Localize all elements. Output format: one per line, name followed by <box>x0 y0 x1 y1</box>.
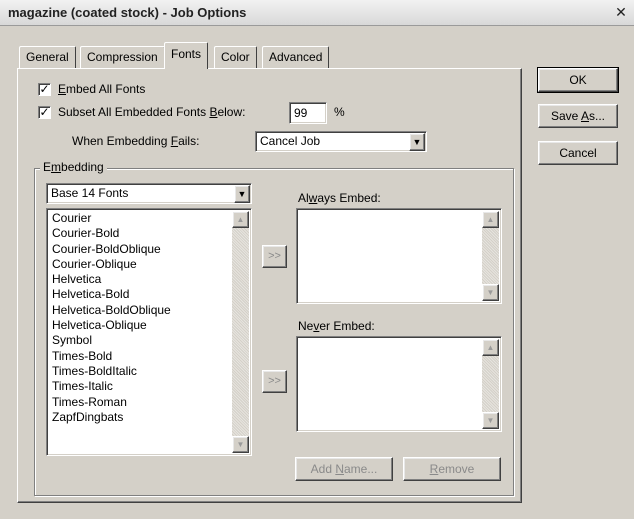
chevron-down-icon[interactable]: ▼ <box>234 185 250 203</box>
subset-percent-input[interactable]: 99 <box>289 102 327 124</box>
percent-unit: % <box>334 105 345 119</box>
always-embed-label: Always Embed: <box>298 191 381 205</box>
scroll-down-icon[interactable]: ▼ <box>482 284 499 301</box>
panel-content: ✓ Embed All Fonts ✓ Subset All Embedded … <box>0 0 634 519</box>
list-item[interactable]: Courier-Oblique <box>49 257 232 272</box>
embed-all-fonts-label: Embed All Fonts <box>58 82 146 96</box>
never-embed-scrollbar[interactable]: ▲ ▼ <box>482 339 499 429</box>
scroll-down-icon[interactable]: ▼ <box>232 436 249 453</box>
when-embedding-fails-value: Cancel Job <box>260 134 321 148</box>
never-embed-list[interactable]: ▲ ▼ <box>296 336 502 432</box>
embedding-group-label: Embedding <box>40 160 107 174</box>
chevron-down-icon[interactable]: ▼ <box>409 133 425 151</box>
font-source-value: Base 14 Fonts <box>51 186 129 200</box>
list-item[interactable]: Times-BoldItalic <box>49 364 232 379</box>
embed-all-fonts-checkbox[interactable]: ✓ <box>38 83 51 96</box>
list-item[interactable]: Times-Roman <box>49 395 232 410</box>
list-item[interactable]: ZapfDingbats <box>49 410 232 425</box>
list-item[interactable]: Courier-BoldOblique <box>49 242 232 257</box>
never-embed-label: Never Embed: <box>298 319 375 333</box>
font-source-select[interactable]: Base 14 Fonts ▼ <box>46 183 252 204</box>
scroll-up-icon[interactable]: ▲ <box>482 211 499 228</box>
add-to-never-embed-button[interactable]: >> <box>262 370 287 393</box>
subset-fonts-label: Subset All Embedded Fonts Below: <box>58 105 246 119</box>
scroll-down-icon[interactable]: ▼ <box>482 412 499 429</box>
list-item[interactable]: Helvetica <box>49 272 232 287</box>
list-item[interactable]: Courier <box>49 211 232 226</box>
list-item[interactable]: Helvetica-BoldOblique <box>49 303 232 318</box>
list-item[interactable]: Times-Bold <box>49 349 232 364</box>
when-embedding-fails-label: When Embedding Fails: <box>72 134 200 148</box>
subset-fonts-checkbox[interactable]: ✓ <box>38 106 51 119</box>
list-item[interactable]: Courier-Bold <box>49 226 232 241</box>
list-item[interactable]: Times-Italic <box>49 379 232 394</box>
list-item[interactable]: Helvetica-Bold <box>49 287 232 302</box>
when-embedding-fails-select[interactable]: Cancel Job ▼ <box>255 131 427 152</box>
remove-button[interactable]: Remove <box>403 457 501 481</box>
scroll-up-icon[interactable]: ▲ <box>232 211 249 228</box>
list-item[interactable]: Symbol <box>49 333 232 348</box>
font-list-scrollbar[interactable]: ▲ ▼ <box>232 211 249 453</box>
always-embed-scrollbar[interactable]: ▲ ▼ <box>482 211 499 301</box>
always-embed-list[interactable]: ▲ ▼ <box>296 208 502 304</box>
font-list[interactable]: Courier Courier-Bold Courier-BoldOblique… <box>46 208 252 456</box>
list-item[interactable]: Helvetica-Oblique <box>49 318 232 333</box>
add-name-button[interactable]: Add Name... <box>295 457 393 481</box>
add-to-always-embed-button[interactable]: >> <box>262 245 287 268</box>
scroll-up-icon[interactable]: ▲ <box>482 339 499 356</box>
font-list-items: Courier Courier-Bold Courier-BoldOblique… <box>49 211 232 425</box>
